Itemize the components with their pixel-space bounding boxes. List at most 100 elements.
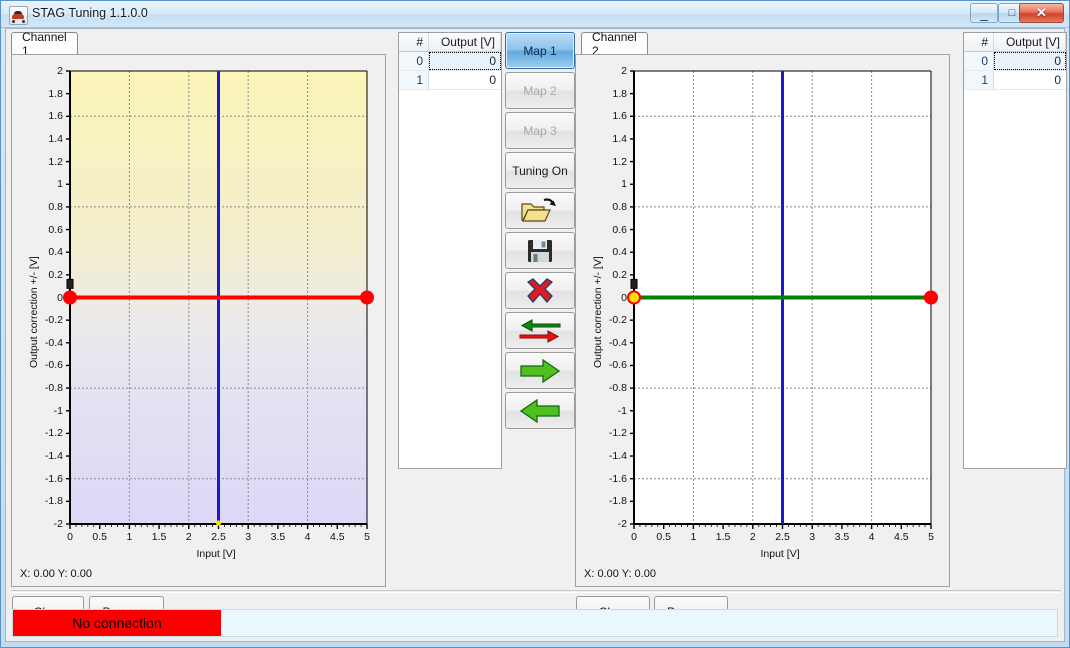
map-button-map-2: Map 2 (505, 72, 575, 109)
y-axis-tick: -1.6 (44, 472, 63, 485)
y-axis-tick: -1.4 (44, 450, 63, 463)
y-axis-tick: -1 (53, 404, 63, 417)
table-row[interactable]: 00 (964, 52, 1066, 71)
y-axis-tick: 1 (621, 178, 627, 191)
y-axis-tick: -1.2 (608, 427, 627, 440)
x-axis-tick: 0 (631, 531, 637, 543)
channel-2-output-table-header-index: # (964, 33, 994, 51)
row-output[interactable]: 0 (994, 71, 1066, 89)
title-bar[interactable]: STAG Tuning 1.1.0.0 – □ ✕ (1, 1, 1069, 28)
y-axis-tick: -1.4 (608, 450, 627, 463)
y-axis-tick: 0.8 (612, 200, 627, 213)
x-axis-title: Input [V] (196, 548, 236, 560)
channel-2-plot[interactable] (576, 55, 949, 586)
channel-1-output-table-header: # Output [V] (399, 33, 501, 52)
y-axis-tick: 0.4 (48, 246, 63, 259)
channel-2-output-table[interactable]: # Output [V] 0 0 1 0 (963, 32, 1067, 469)
channel-1-plot[interactable] (12, 55, 385, 586)
arrow-right-button[interactable] (505, 352, 575, 389)
app-window: STAG Tuning 1.1.0.0 – □ ✕ Channel 1 2 1.8… (0, 0, 1070, 648)
delete-cross-icon (524, 277, 556, 305)
connection-status-text: No connection (72, 615, 162, 631)
x-axis-tick: 3 (245, 531, 252, 543)
y-axis-tick: -1 (617, 404, 627, 417)
y-axis-tick: -0.8 (608, 382, 627, 395)
y-axis-tick: -0.6 (608, 359, 627, 372)
y-axis-tick: -1.8 (608, 495, 627, 508)
client-area: Channel 1 2 1.8 1.6 1.4 1.2 1 0.8 0.6 0.4 0.2 0 -0.… (5, 28, 1067, 642)
x-axis-tick: 5 (364, 531, 370, 543)
y-axis-tick: 0.6 (612, 223, 627, 236)
x-axis-tick: 0.5 (92, 531, 107, 543)
y-axis-tick: 0.6 (48, 223, 63, 236)
connection-status-badge: No connection (13, 610, 221, 636)
y-axis-tick: 0.2 (612, 268, 627, 281)
open-folder-button[interactable] (505, 192, 575, 229)
x-axis-tick: 1 (690, 531, 697, 543)
y-axis-tick: 1.8 (48, 87, 63, 100)
table-row[interactable]: 00 (399, 52, 501, 71)
x-axis-tick: 0 (67, 531, 73, 543)
window-title: STAG Tuning 1.1.0.0 (32, 6, 148, 20)
row-output[interactable]: 0 (994, 52, 1066, 70)
y-axis-tick: 1.8 (612, 87, 627, 100)
y-axis-tick: -1.2 (44, 427, 63, 440)
y-axis-tick: -0.2 (608, 314, 627, 327)
x-axis-tick: 5 (928, 531, 934, 543)
map-button-map-3: Map 3 (505, 112, 575, 149)
map-button-tuning-on-label: Tuning On (512, 163, 568, 178)
y-axis-tick: 1.2 (48, 155, 63, 168)
map-button-map-2-label: Map 2 (523, 83, 557, 98)
x-axis-tick: 2.5 (775, 531, 790, 543)
x-axis-tick: 2 (185, 531, 192, 543)
channel-1-output-table-header-index: # (399, 33, 429, 51)
channel-1-chart-panel: 2 1.8 1.6 1.4 1.2 1 0.8 0.6 0.4 0.2 0 -0.2 -0.4 -0.6 -… (11, 54, 386, 587)
channel-2-coordinates: X: 0.00 Y: 0.00 (584, 568, 656, 580)
row-index: 1 (964, 71, 994, 89)
y-axis-tick: -0.4 (608, 336, 627, 349)
swap-arrows-button[interactable] (505, 312, 575, 349)
close-button[interactable]: ✕ (1019, 3, 1064, 23)
status-bar: No connection (12, 609, 1058, 637)
row-index: 0 (964, 52, 994, 70)
table-row[interactable]: 10 (399, 71, 501, 90)
close-icon: ✕ (1036, 5, 1047, 20)
x-axis-tick: 3 (809, 531, 816, 543)
map-button-tuning-on[interactable]: Tuning On (505, 152, 575, 189)
app-car-icon (9, 6, 28, 25)
arrow-left-button[interactable] (505, 392, 575, 429)
row-index: 0 (399, 52, 429, 70)
y-axis-tick: 2 (57, 65, 63, 77)
x-axis-tick: 4 (868, 531, 875, 543)
save-floppy-button[interactable] (505, 232, 575, 269)
y-axis-tick: -0.2 (44, 314, 63, 327)
x-axis-tick: 4 (304, 531, 311, 543)
y-axis-tick: 1.2 (612, 155, 627, 168)
y-axis-title: Output correction +/- [V] (592, 255, 604, 368)
x-axis-tick: 1.5 (715, 531, 731, 543)
y-axis-tick: 1 (57, 178, 63, 191)
x-axis-tick: 2 (749, 531, 756, 543)
x-axis-tick: 2.5 (211, 531, 226, 543)
table-row[interactable]: 10 (964, 71, 1066, 90)
y-axis-tick: 0 (57, 291, 63, 304)
channel-1-output-table-header-output: Output [V] (429, 33, 501, 51)
delete-cross-button[interactable] (505, 272, 575, 309)
tab-channel-1[interactable]: Channel 1 (11, 30, 78, 58)
map-button-map-1[interactable]: Map 1 (505, 32, 575, 69)
tab-channel-2[interactable]: Channel 2 (581, 30, 648, 58)
open-folder-icon (520, 197, 560, 225)
y-axis-tick: 1.4 (612, 132, 627, 145)
save-floppy-icon (526, 237, 554, 265)
minimize-button[interactable]: – (970, 3, 998, 26)
y-axis-tick: -2 (617, 518, 627, 530)
y-axis-tick: 0.8 (48, 200, 63, 213)
x-axis-tick: 0.5 (656, 531, 671, 543)
channel-2-output-table-header: # Output [V] (964, 33, 1066, 52)
arrow-right-icon (519, 358, 561, 384)
row-output[interactable]: 0 (429, 52, 501, 70)
row-output[interactable]: 0 (429, 71, 501, 89)
map-toolbar: Map 1 Map 2 Map 3 Tuning On (505, 32, 575, 462)
channel-1-output-table[interactable]: # Output [V] 0 0 1 0 (398, 32, 502, 469)
arrow-left-icon (519, 398, 561, 424)
